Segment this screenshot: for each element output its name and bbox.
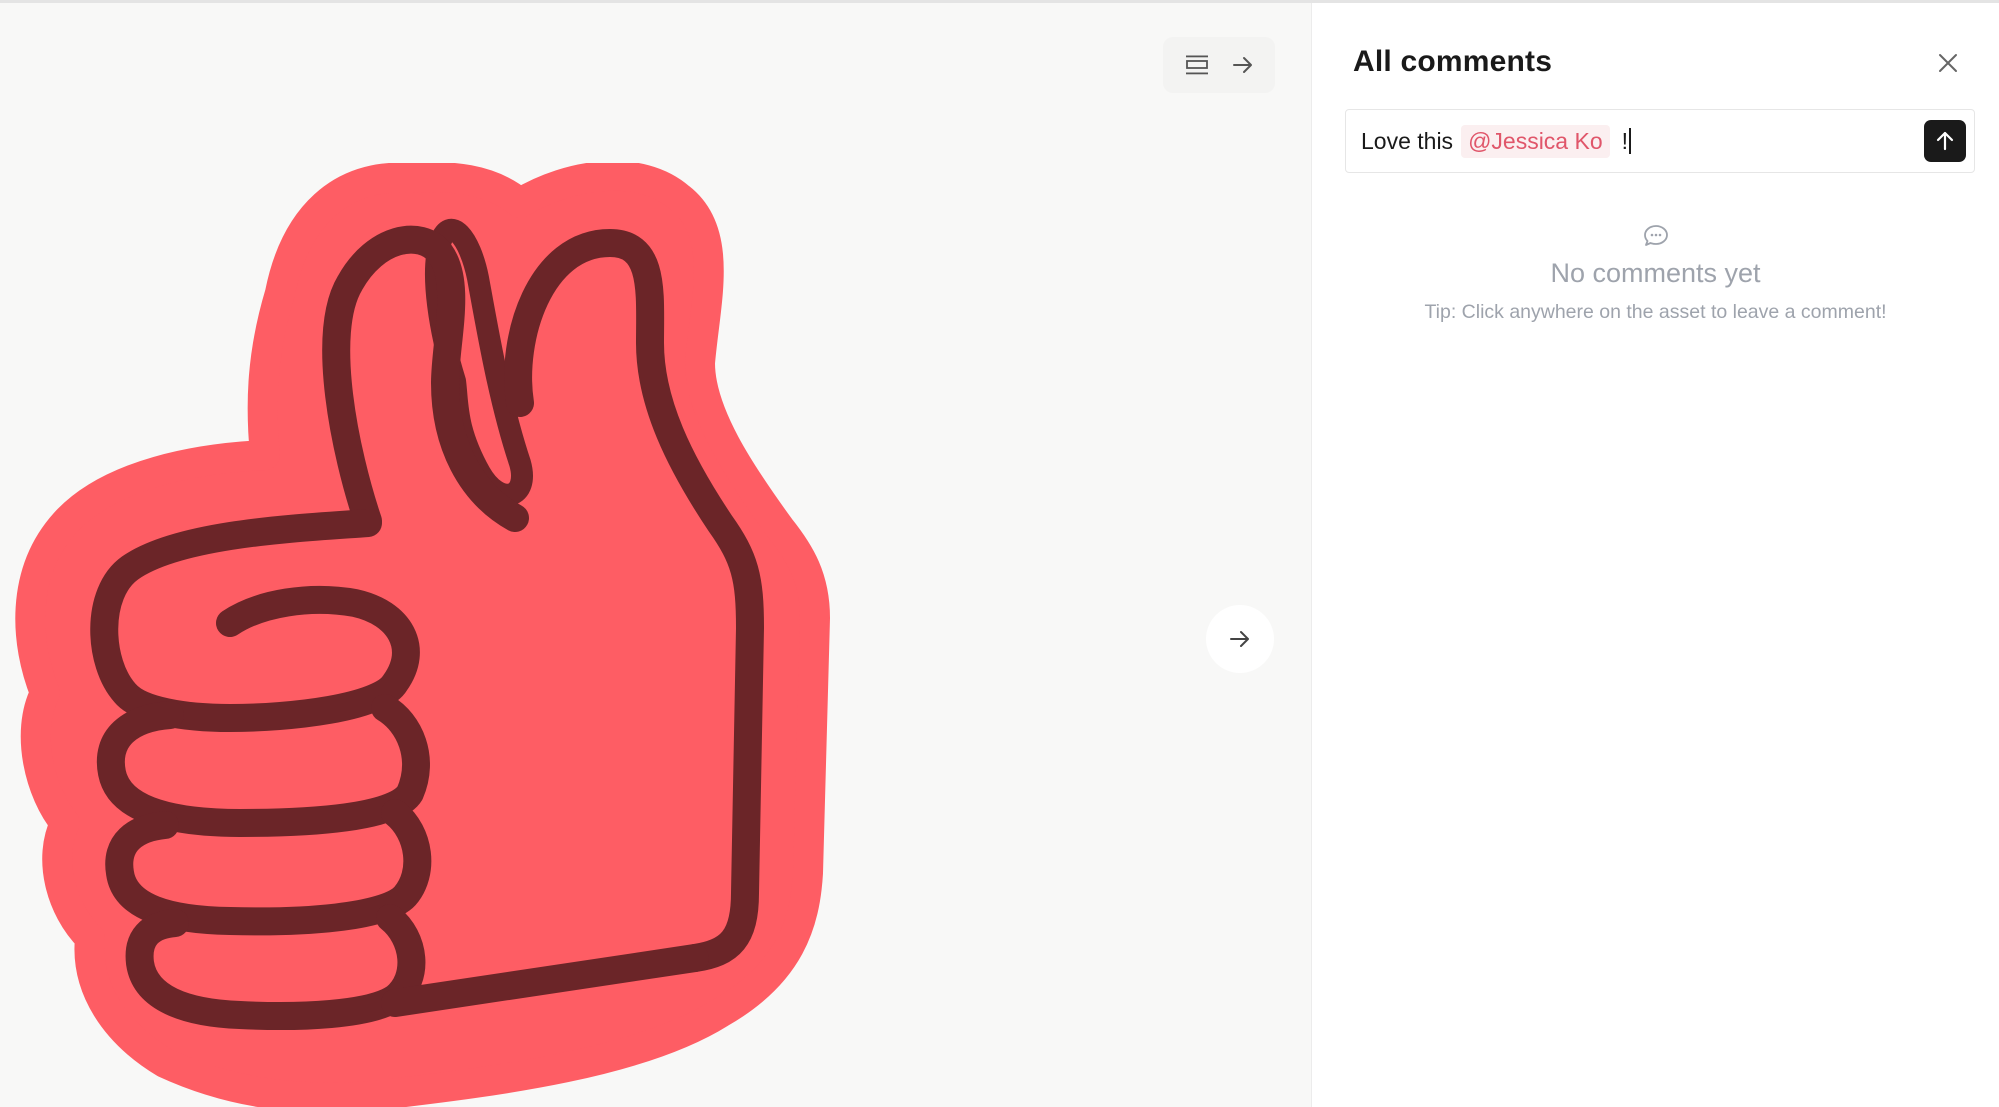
thumbs-up-sticker: [15, 163, 830, 1107]
comment-text: Love this: [1361, 127, 1454, 154]
empty-state-tip: Tip: Click anywhere on the asset to leav…: [1424, 301, 1887, 323]
send-button[interactable]: [1924, 120, 1966, 162]
comments-panel: All comments Love this @Jessica Ko ! No …: [1312, 3, 1999, 1107]
comment-input[interactable]: Love this @Jessica Ko !: [1345, 109, 1975, 173]
mention-chip[interactable]: @Jessica Ko: [1461, 124, 1610, 158]
empty-state-title: No comments yet: [1550, 258, 1761, 288]
asset-canvas[interactable]: [0, 3, 1311, 1107]
arrow-up-icon: [1936, 131, 1954, 151]
next-asset-button[interactable]: [1206, 605, 1274, 673]
canvas-toolbar: [1163, 37, 1275, 93]
close-icon: [1939, 54, 1957, 72]
chat-bubbles-icon: [1642, 223, 1670, 254]
empty-state: No comments yet Tip: Click anywhere on t…: [1312, 223, 1999, 324]
comment-text-end: !: [1621, 127, 1629, 154]
arrow-right-icon: [1230, 631, 1249, 647]
text-caret: [1629, 128, 1632, 154]
panel-title: All comments: [1353, 45, 1553, 78]
close-button[interactable]: [1932, 47, 1964, 79]
arrow-right-icon[interactable]: [1232, 55, 1254, 75]
list-layout-icon[interactable]: [1184, 54, 1210, 76]
